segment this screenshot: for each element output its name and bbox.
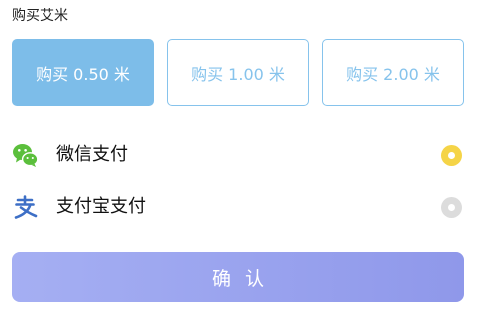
option-label: 购买 1.00 米	[191, 64, 285, 84]
payment-label-wechat: 微信支付	[56, 144, 128, 165]
purchase-options: 购买 0.50 米 购买 1.00 米 购买 2.00 米	[12, 39, 465, 106]
option-1-00-button[interactable]: 购买 1.00 米	[167, 39, 309, 106]
radio-wechat-selected[interactable]	[441, 145, 462, 166]
radio-alipay-unselected[interactable]	[441, 197, 462, 218]
payment-row-alipay[interactable]: 支付宝支付	[12, 189, 465, 225]
confirm-button[interactable]: 确认	[12, 252, 464, 302]
radio-dot	[448, 152, 455, 159]
wechat-icon	[12, 142, 39, 169]
option-0-50-button[interactable]: 购买 0.50 米	[12, 39, 154, 106]
option-2-00-button[interactable]: 购买 2.00 米	[322, 39, 464, 106]
payment-row-wechat[interactable]: 微信支付	[12, 137, 465, 173]
radio-dot	[448, 204, 455, 211]
alipay-icon	[12, 194, 39, 221]
section-title: 购买艾米	[12, 8, 68, 24]
payment-label-alipay: 支付宝支付	[56, 196, 146, 217]
option-label: 购买 2.00 米	[346, 64, 440, 84]
option-label: 购买 0.50 米	[36, 64, 130, 84]
